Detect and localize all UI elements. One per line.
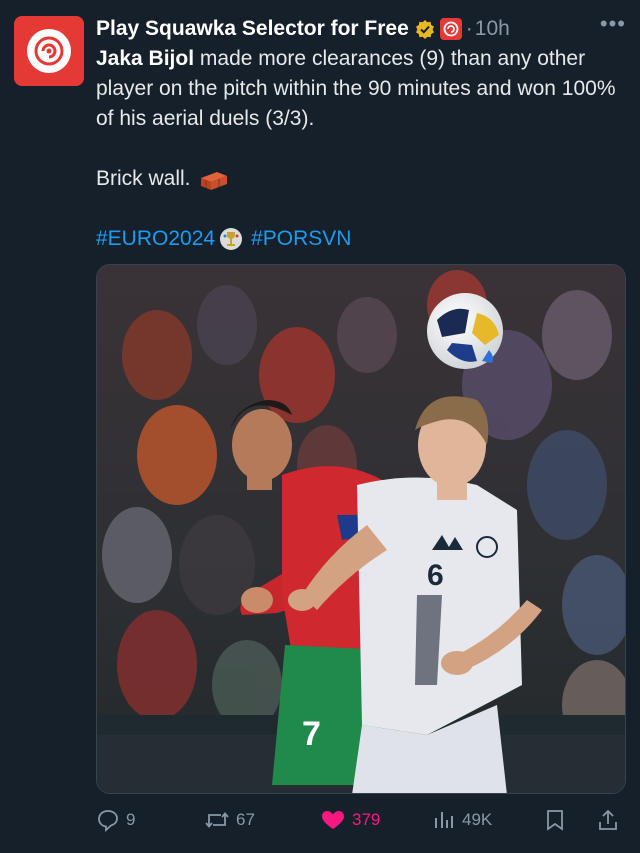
football-ball [427,293,503,369]
repost-icon [205,812,229,828]
tweet-content: Play Squawka Selector for Free · 10h Jak… [96,14,626,254]
hashtag-porsvn[interactable]: #PORSVN [251,224,351,254]
heart-icon [322,811,344,829]
reply-icon [98,810,118,832]
repost-button[interactable]: 67 [204,808,255,832]
reply-button[interactable]: 9 [96,808,135,832]
mention-name: Jaka Bijol [96,47,195,70]
hashtags: #EURO2024 #PORSVN [96,224,626,254]
share-icon [599,809,617,830]
like-button[interactable]: 379 [320,808,380,832]
separator: · [465,17,473,40]
tweet-card: ••• Play Squawka Selector for Free · 10h… [0,0,640,853]
verified-badge-icon [415,19,435,39]
euro-trophy-icon [219,227,243,251]
tweet-actions: 9 67 379 49K [96,804,626,836]
affiliate-badge-icon[interactable] [439,18,462,40]
share-button[interactable] [596,808,626,832]
tweet-text-second-line: Brick wall. [96,167,191,190]
like-count: 379 [352,810,381,829]
hashtag-euro2024[interactable]: #EURO2024 [96,224,215,254]
tweet-text-second: Brick wall. [96,164,626,194]
reply-count: 9 [126,810,136,829]
views-button[interactable]: 49K [432,808,492,832]
avatar[interactable] [14,16,84,86]
timestamp[interactable]: 10h [475,17,510,41]
white-jersey-number: 6 [427,559,444,592]
bookmark-icon [547,810,563,831]
tweet-photo[interactable]: 7 6 [96,264,626,794]
bookmark-button[interactable] [544,808,572,832]
tweet-text: Jaka Bijol made more clearances (9) than… [96,44,626,134]
red-jersey-number: 7 [302,715,321,753]
views-count: 49K [462,810,493,829]
squawka-logo-icon [27,29,71,73]
display-name[interactable]: Play Squawka Selector for Free [96,17,409,41]
tweet-header: Play Squawka Selector for Free · 10h [96,14,626,44]
repost-count: 67 [236,810,255,829]
views-chart-icon [435,812,453,828]
brick-emoji-icon [199,166,229,192]
